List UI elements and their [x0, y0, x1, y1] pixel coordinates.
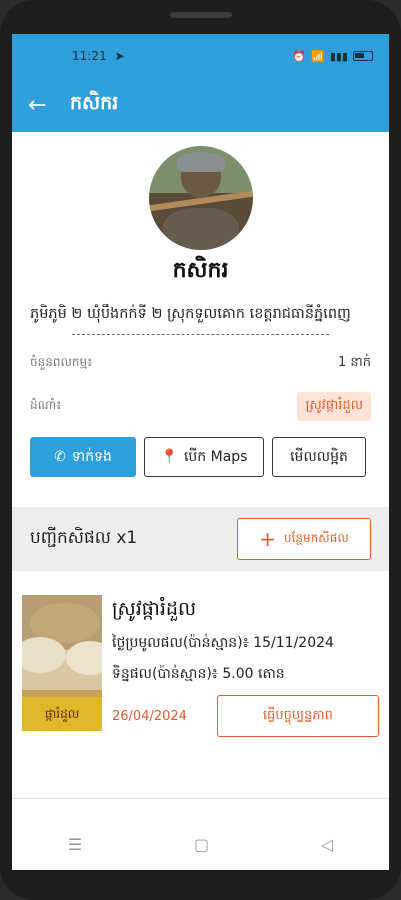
call-button-label: ទាក់ទង	[71, 448, 112, 465]
call-button[interactable]: ✆ ទាក់ទង	[30, 437, 136, 477]
harvest-date: ថ្ងៃប្រមូលផល(ប៉ាន់ស្មាន)៖ 15/11/2024	[112, 635, 334, 651]
maps-button-label: បើក Maps	[183, 448, 248, 465]
product-title: ស្រូវផ្ការំដួល	[112, 598, 197, 620]
dashed-divider	[72, 334, 329, 335]
screen: 11:21 ➤ ⏰ 📶 ▮▮▮ ← កសិករ កសិករ ភូមិភូមិ ២…	[12, 34, 389, 870]
profile-section: កសិករ	[12, 132, 389, 288]
phone-icon: ✆	[54, 449, 66, 465]
produce-list-title: បញ្ជីកសិផល x1	[30, 527, 138, 548]
back-icon[interactable]: ◁	[321, 835, 333, 854]
home-icon[interactable]: ▢	[194, 835, 209, 854]
list-item[interactable]: ផ្ការំដួល ស្រូវផ្ការំដួល ថ្ងៃប្រមូលផល(ប៉…	[12, 571, 389, 737]
action-buttons: ✆ ទាក់ទង 📍 បើក Maps មើលលម្អិត	[12, 429, 389, 477]
crop-badge: ស្រូវផ្ការំដួល	[297, 391, 371, 421]
add-produce-label: បន្ថែមកសិផល	[284, 531, 349, 545]
status-bar: 11:21 ➤ ⏰ 📶 ▮▮▮	[12, 34, 389, 78]
signal-icon: ▮▮▮	[329, 49, 348, 63]
product-footer: 26/04/2024 ធ្វើបច្ចុប្បន្នភាព	[112, 695, 379, 737]
system-nav-bar: ☰ ▢ ◁	[12, 818, 389, 870]
app-bar: ← កសិករ	[12, 78, 389, 132]
avatar	[148, 146, 253, 250]
yield-estimate: ទិន្នផល(ប៉ាន់ស្មាន)៖ 5.00 តោន	[112, 666, 285, 682]
rice-bowl	[22, 637, 66, 673]
location-pin-icon: 📍	[160, 449, 178, 465]
plus-icon: +	[259, 527, 276, 551]
product-image-label: ផ្ការំដួល	[22, 697, 102, 731]
farmer-name: កសិករ	[172, 258, 229, 283]
back-arrow-icon[interactable]: ←	[28, 93, 70, 118]
page-title: កសិករ	[70, 92, 119, 114]
status-icons: ⏰ 📶 ▮▮▮	[292, 50, 373, 63]
alarm-icon: ⏰	[292, 49, 307, 63]
crops-row: ដំណាំ៖ ស្រូវផ្ការំដួល	[12, 383, 389, 429]
address-text: ភូមិភូមិ ២ ឃុំបឹងកក់ទី ២ ស្រុកទួលគោក ខេត…	[30, 306, 351, 322]
produce-list-header: បញ្ជីកសិផល x1 + បន្ថែមកសិផល	[12, 507, 389, 571]
telegram-icon: ➤	[114, 49, 125, 63]
view-detail-button[interactable]: មើលលម្អិត	[272, 437, 366, 477]
members-value: 1 នាក់	[337, 354, 371, 370]
avatar-body	[162, 208, 239, 250]
rice-bowl	[66, 641, 102, 675]
wifi-icon: 📶	[311, 49, 325, 63]
avatar-hat	[176, 152, 225, 172]
update-button[interactable]: ធ្វើបច្ចុប្បន្នភាព	[217, 695, 379, 737]
members-label: ចំនួនពលកម្ម៖	[30, 355, 93, 369]
status-left: 11:21 ➤	[72, 49, 125, 63]
product-image: ផ្ការំដួល	[22, 595, 102, 731]
battery-icon	[353, 51, 373, 61]
product-date: 26/04/2024	[112, 708, 187, 724]
product-info: ស្រូវផ្ការំដួល ថ្ងៃប្រមូលផល(ប៉ាន់ស្មាន)៖…	[112, 595, 379, 737]
crops-label: ដំណាំ៖	[30, 398, 62, 412]
status-time: 11:21	[72, 49, 107, 63]
phone-frame: 11:21 ➤ ⏰ 📶 ▮▮▮ ← កសិករ កសិករ ភូមិភូមិ ២…	[0, 0, 401, 900]
bottom-divider	[12, 798, 389, 799]
add-produce-button[interactable]: + បន្ថែមកសិផល	[237, 518, 371, 560]
speaker-grille	[170, 12, 232, 18]
members-row: ចំនួនពលកម្ម៖ 1 នាក់	[12, 343, 389, 383]
detail-button-label: មើលលម្អិត	[290, 448, 348, 465]
recent-apps-icon[interactable]: ☰	[68, 835, 82, 854]
open-maps-button[interactable]: 📍 បើក Maps	[144, 437, 264, 477]
